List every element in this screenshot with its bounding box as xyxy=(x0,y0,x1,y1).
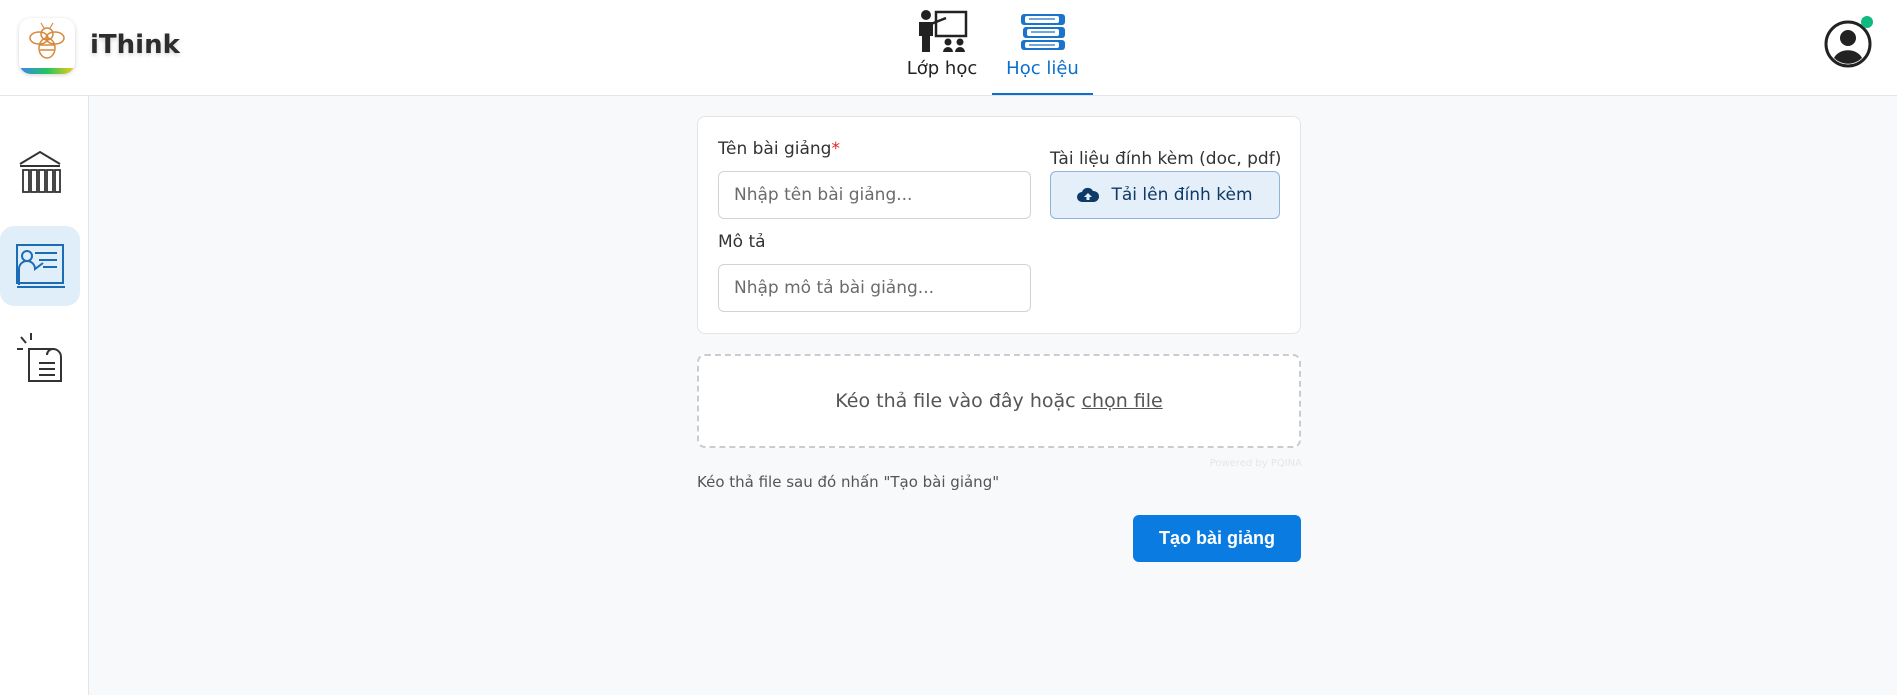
classroom-icon xyxy=(919,10,968,52)
description-label: Mô tả xyxy=(718,232,766,252)
choose-file-link[interactable]: chọn file xyxy=(1082,390,1163,412)
attachment-label: Tài liệu đính kèm (doc, pdf) xyxy=(1050,149,1282,169)
lecture-form-card: Tên bài giảng* Tài liệu đính kèm (doc, p… xyxy=(697,116,1301,334)
cloud-upload-icon xyxy=(1077,187,1100,202)
app-name: iThink xyxy=(90,30,180,60)
file-dropzone[interactable]: Kéo thả file vào đây hoặc chọn file xyxy=(697,354,1301,448)
title-label-text: Tên bài giảng xyxy=(718,139,832,159)
powered-by-credit[interactable]: Powered by PQINA xyxy=(1200,458,1302,469)
dropzone-hint: Kéo thả file sau đó nhấn "Tạo bài giảng" xyxy=(697,473,1000,491)
dropzone-text: Kéo thả file vào đây hoặc xyxy=(835,390,1076,412)
sidebar-item-lectures[interactable] xyxy=(0,226,80,306)
sidebar-item-documents[interactable] xyxy=(0,318,80,398)
user-avatar[interactable] xyxy=(1823,16,1875,68)
upload-button-label: Tải lên đính kèm xyxy=(1111,185,1253,205)
tab-hoc-lieu[interactable]: Học liệu xyxy=(992,8,1093,95)
top-bar: iThink Lớp học Học liệu xyxy=(0,0,1897,96)
sidebar xyxy=(0,96,89,695)
tab-label: Lớp học xyxy=(906,58,978,79)
title-input[interactable] xyxy=(718,171,1031,219)
document-icon xyxy=(17,333,62,382)
app-logo[interactable] xyxy=(19,18,75,74)
tab-lop-hoc[interactable]: Lớp học xyxy=(900,8,984,95)
sidebar-item-library[interactable] xyxy=(0,132,80,212)
upload-attachment-button[interactable]: Tải lên đính kèm xyxy=(1050,171,1280,219)
logo-stripe xyxy=(19,68,75,74)
required-mark: * xyxy=(831,139,840,159)
user-avatar-icon xyxy=(1824,16,1873,68)
create-lecture-button[interactable]: Tạo bài giảng xyxy=(1133,515,1301,562)
library-building-icon xyxy=(19,150,61,193)
description-input[interactable] xyxy=(718,264,1031,312)
books-stack-icon xyxy=(1020,14,1065,50)
online-status-dot xyxy=(1861,16,1873,28)
title-label: Tên bài giảng* xyxy=(718,139,840,159)
teacher-board-icon xyxy=(16,244,65,288)
tab-label: Học liệu xyxy=(1006,58,1079,79)
bee-logo-icon xyxy=(29,22,65,59)
